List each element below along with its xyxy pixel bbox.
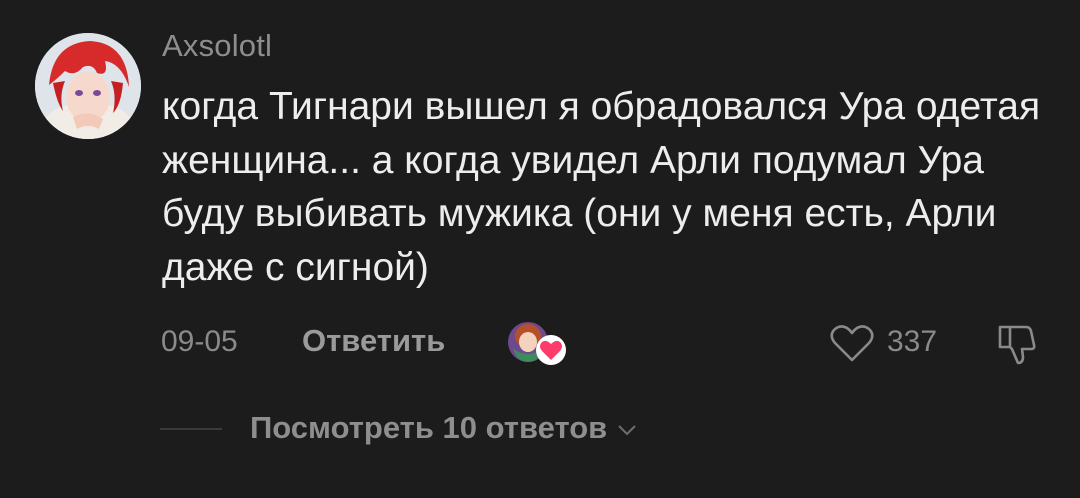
thumbs-down-icon[interactable] [996,323,1040,367]
chevron-down-icon [618,425,636,436]
view-replies-label: Посмотреть 10 ответов [250,410,608,445]
heart-outline-icon[interactable] [830,323,874,363]
comment-date: 09-05 [161,325,238,358]
comment-username[interactable]: Axsolotl [162,28,272,64]
reply-button[interactable]: Ответить [302,323,445,359]
view-replies-button[interactable]: Посмотреть 10 ответов [250,410,637,446]
avatar[interactable] [35,33,141,139]
creator-liked-badge-icon [507,318,569,368]
like-count: 337 [887,325,938,358]
comment-text: когда Тигнари вышел я обрадовался Ура од… [162,85,1041,289]
replies-divider [160,428,222,430]
comment-item: Axsolotl когда Тигнари вышел я обрадовал… [0,0,1080,498]
avatar-image [35,33,141,139]
